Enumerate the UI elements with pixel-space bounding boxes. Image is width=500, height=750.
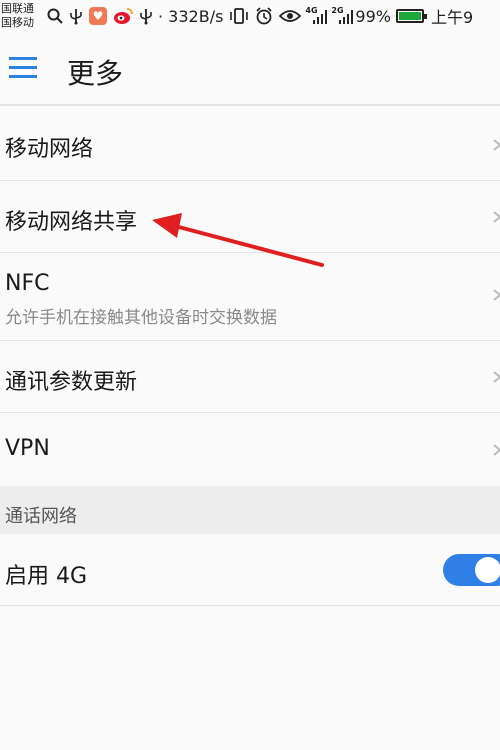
clock: 上午9: [430, 8, 474, 27]
list-item-mobile-network[interactable]: 移动网络: [0, 108, 500, 181]
page-title: 更多: [67, 57, 124, 90]
list-item-title: 移动网络共享: [5, 210, 138, 235]
carrier-labels: 国联通 国移动: [1, 2, 41, 30]
app-bar: 更多: [0, 32, 500, 106]
enable-4g-toggle[interactable]: [443, 554, 500, 586]
eye-icon: [279, 8, 302, 24]
list-item-carrier-update[interactable]: 通讯参数更新: [0, 341, 500, 413]
list-item-vpn[interactable]: VPN: [0, 413, 500, 486]
status-bar: 国联通 国移动 ♥ · 332B/s 4G 2G 99% 上午9: [0, 0, 500, 32]
alarm-icon: [255, 7, 273, 25]
chevron-right-icon: [493, 371, 500, 383]
battery-fill: [398, 12, 421, 20]
chevron-right-icon: [493, 289, 500, 301]
list-item-title: 启用 4G: [5, 564, 88, 589]
chevron-right-icon: [493, 444, 500, 456]
search-icon: [47, 8, 63, 24]
list-item-title: NFC: [5, 271, 50, 296]
list-item-title: 移动网络: [5, 137, 94, 162]
carrier-1: 国联通: [1, 2, 34, 15]
section-label: 通话网络: [5, 506, 77, 527]
toggle-knob: [475, 557, 500, 583]
signal-icon-2g: 2G: [331, 7, 354, 25]
list-item-tethering[interactable]: 移动网络共享: [0, 181, 500, 253]
usb-icon: [69, 7, 83, 25]
signal-icon-4g: 4G: [305, 7, 328, 25]
chevron-right-icon: [493, 139, 500, 151]
vibrate-icon: [229, 7, 249, 25]
menu-icon[interactable]: [9, 57, 39, 81]
list-item-title: VPN: [5, 436, 50, 461]
battery-icon: [395, 9, 427, 23]
heart-app-icon: ♥: [89, 7, 107, 25]
carrier-2: 国移动: [1, 16, 34, 29]
weibo-icon: [113, 7, 133, 25]
list-item-subtitle: 允许手机在接触其他设备时交换数据: [5, 308, 277, 328]
list-item-title: 通讯参数更新: [5, 370, 138, 395]
chevron-right-icon: [493, 211, 500, 223]
list-item-nfc[interactable]: NFC 允许手机在接触其他设备时交换数据: [0, 253, 500, 341]
battery-percent: 99%: [355, 6, 391, 26]
usb-icon-2: [139, 7, 153, 25]
network-speed: · 332B/s: [158, 6, 224, 26]
list-item-enable-4g[interactable]: 启用 4G: [0, 534, 500, 606]
section-header: 通话网络: [0, 486, 500, 534]
